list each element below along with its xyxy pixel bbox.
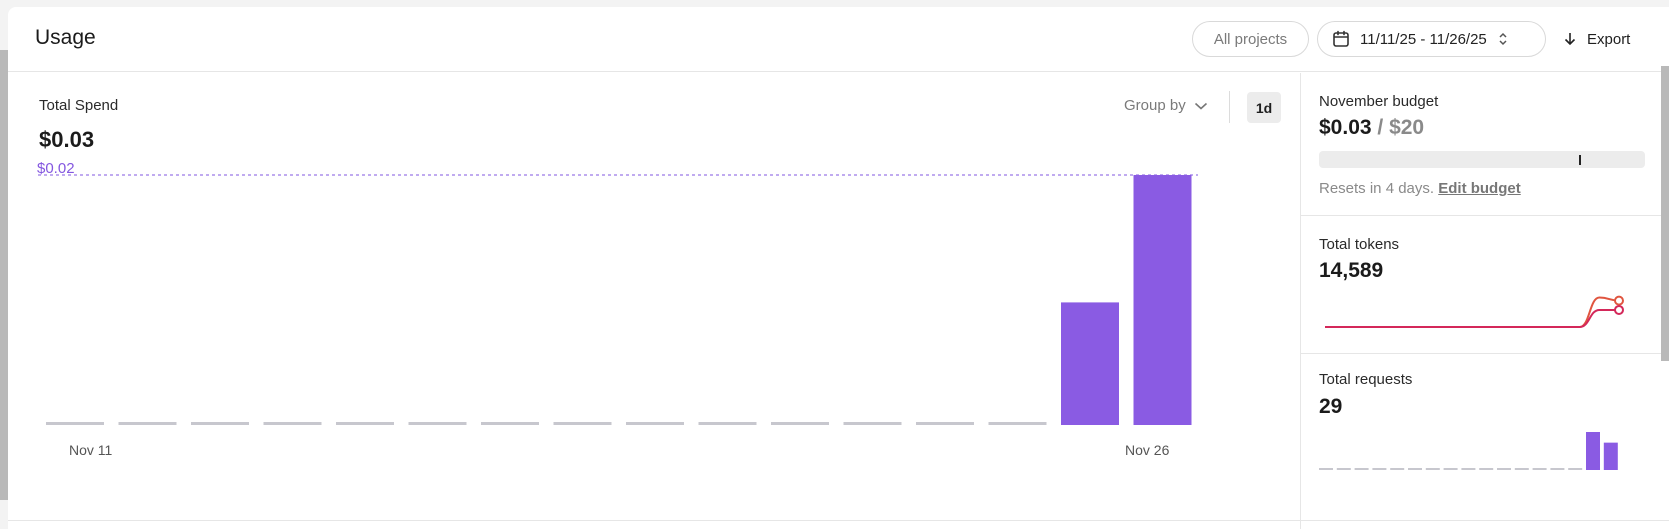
request-bar-3 [1354,468,1369,470]
bar-day-1 [46,422,104,425]
budget-total: $20 [1389,116,1425,139]
request-bar-5 [1390,468,1405,470]
request-bar-9 [1461,468,1476,470]
tokens-series-1-line [1325,296,1620,328]
bar-day-14 [988,422,1047,425]
requests-mini-bars [1319,432,1618,470]
bar-day-9 [626,422,684,425]
bar-day-3 [191,422,249,425]
budget-progress-bar [1319,151,1645,168]
request-bar-10 [1479,468,1494,470]
budget-progress-marker [1579,155,1581,165]
request-bar-17 [1603,442,1618,470]
budget-card: November budget $0.03 / $20 Resets in 4 … [1301,73,1669,216]
left-gutter [0,50,8,500]
budget-reset-text: Resets in 4 days. [1319,180,1435,197]
bar-day-7 [481,422,539,425]
request-bar-15 [1568,468,1583,470]
tokens-series-2-line [1325,308,1619,328]
request-bar-12 [1514,468,1529,470]
budget-value: $0.03 / $20 [1319,116,1424,140]
edit-budget-link[interactable]: Edit budget [1438,180,1521,197]
date-range-picker[interactable]: 11/11/25 - 11/26/25 [1317,21,1546,57]
projects-filter-label: All projects [1213,30,1288,48]
export-button[interactable]: Export [1563,21,1630,57]
request-bar-2 [1336,468,1351,470]
tokens-series-1-endpoint [1614,295,1624,306]
bar-day-11 [771,422,829,425]
calendar-icon [1333,30,1349,47]
bar-day-13 [916,422,974,425]
request-bar-13 [1532,468,1547,470]
usage-panel: Usage All projects 11/11/25 - 11/26/25 E [8,7,1669,529]
budget-spent: $0.03 [1319,116,1372,139]
request-bar-14 [1550,468,1565,470]
request-bar-7 [1425,468,1440,470]
bottom-divider [8,520,1669,521]
x-tick-first: Nov 11 [69,442,113,458]
request-bar-11 [1497,468,1511,470]
requests-card: Total requests 29 [1301,354,1669,529]
bar-day-6 [408,422,467,425]
bar-day-16 [1133,175,1192,425]
projects-filter-button[interactable]: All projects [1192,21,1309,57]
spend-bar-chart [38,174,1198,425]
tokens-card: Total tokens 14,589 [1301,216,1669,354]
bar-day-2 [118,422,177,425]
usage-sidebar: November budget $0.03 / $20 Resets in 4 … [1300,73,1669,529]
bar-day-5 [336,422,394,425]
scrollbar-thumb[interactable] [1661,66,1669,361]
bar-day-10 [698,422,757,425]
chevron-up-down-icon [1499,32,1507,46]
budget-separator: / [1371,116,1390,139]
x-tick-last: Nov 26 [1125,442,1170,458]
budget-label: November budget [1319,93,1439,110]
export-label: Export [1587,30,1631,48]
request-bar-6 [1408,468,1422,470]
request-bar-4 [1372,468,1387,470]
bar-day-4 [263,422,322,425]
page-header: Usage All projects 11/11/25 - 11/26/25 E [8,7,1669,72]
request-bar-8 [1443,468,1458,470]
bar-day-12 [843,422,902,425]
bar-day-15 [1061,302,1119,425]
tokens-series-2-endpoint [1614,304,1624,315]
budget-reset-note: Resets in 4 days. Edit budget [1319,180,1521,197]
tokens-sparkline [1325,295,1624,328]
spend-chart-card: Total Spend $0.03 Group by 1d $0.02 Nov … [8,73,1300,529]
download-arrow-icon [1564,33,1576,46]
page-title: Usage [35,26,96,49]
request-bar-16 [1586,432,1600,470]
request-bar-1 [1319,468,1333,470]
date-range-label: 11/11/25 - 11/26/25 [1360,30,1487,48]
bar-day-8 [553,422,612,425]
